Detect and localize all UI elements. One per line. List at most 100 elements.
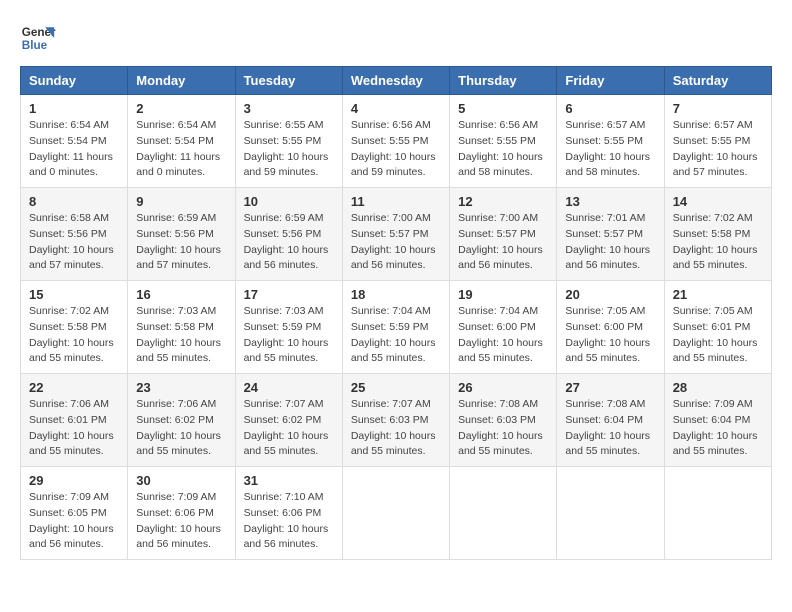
calendar-day-cell: 23 Sunrise: 7:06 AM Sunset: 6:02 PM Dayli… bbox=[128, 374, 235, 467]
day-number: 15 bbox=[29, 287, 119, 302]
day-number: 22 bbox=[29, 380, 119, 395]
calendar-day-cell: 31Sunrise: 7:10 AM Sunset: 6:06 PM Dayli… bbox=[235, 467, 342, 560]
calendar-day-cell: 19 Sunrise: 7:04 AM Sunset: 6:00 PM Dayli… bbox=[450, 281, 557, 374]
logo-icon: General Blue bbox=[20, 20, 56, 56]
calendar-week-row: 8 Sunrise: 6:58 AM Sunset: 5:56 PM Daylig… bbox=[21, 188, 772, 281]
calendar-day-cell bbox=[557, 467, 664, 560]
calendar-day-cell: 30 Sunrise: 7:09 AM Sunset: 6:06 PM Dayli… bbox=[128, 467, 235, 560]
calendar-day-cell: 29 Sunrise: 7:09 AM Sunset: 6:05 PM Dayli… bbox=[21, 467, 128, 560]
day-detail: Sunrise: 6:58 AM Sunset: 5:56 PM Dayligh… bbox=[29, 211, 119, 274]
day-number: 14 bbox=[673, 194, 763, 209]
calendar-day-cell: 3Sunrise: 6:55 AM Sunset: 5:55 PM Daylig… bbox=[235, 95, 342, 188]
day-detail: Sunrise: 6:57 AM Sunset: 5:55 PM Dayligh… bbox=[565, 118, 655, 181]
day-number: 11 bbox=[351, 194, 441, 209]
day-detail: Sunrise: 7:06 AM Sunset: 6:01 PM Dayligh… bbox=[29, 397, 119, 460]
day-detail: Sunrise: 7:00 AM Sunset: 5:57 PM Dayligh… bbox=[458, 211, 548, 274]
day-detail: Sunrise: 7:04 AM Sunset: 6:00 PM Dayligh… bbox=[458, 304, 548, 367]
calendar-day-cell: 20 Sunrise: 7:05 AM Sunset: 6:00 PM Dayli… bbox=[557, 281, 664, 374]
day-number: 23 bbox=[136, 380, 226, 395]
day-detail: Sunrise: 6:56 AM Sunset: 5:55 PM Dayligh… bbox=[351, 118, 441, 181]
day-detail: Sunrise: 7:05 AM Sunset: 6:00 PM Dayligh… bbox=[565, 304, 655, 367]
calendar-header-cell: Friday bbox=[557, 67, 664, 95]
calendar-day-cell: 16 Sunrise: 7:03 AM Sunset: 5:58 PM Dayli… bbox=[128, 281, 235, 374]
calendar-day-cell: 8 Sunrise: 6:58 AM Sunset: 5:56 PM Daylig… bbox=[21, 188, 128, 281]
calendar-header-cell: Wednesday bbox=[342, 67, 449, 95]
day-number: 10 bbox=[244, 194, 334, 209]
day-detail: Sunrise: 7:01 AM Sunset: 5:57 PM Dayligh… bbox=[565, 211, 655, 274]
day-detail: Sunrise: 6:56 AM Sunset: 5:55 PM Dayligh… bbox=[458, 118, 548, 181]
calendar-day-cell: 17Sunrise: 7:03 AM Sunset: 5:59 PM Dayli… bbox=[235, 281, 342, 374]
day-number: 24 bbox=[244, 380, 334, 395]
day-number: 4 bbox=[351, 101, 441, 116]
day-detail: Sunrise: 7:00 AM Sunset: 5:57 PM Dayligh… bbox=[351, 211, 441, 274]
day-number: 5 bbox=[458, 101, 548, 116]
day-detail: Sunrise: 7:09 AM Sunset: 6:06 PM Dayligh… bbox=[136, 490, 226, 553]
calendar-day-cell: 18 Sunrise: 7:04 AM Sunset: 5:59 PM Dayli… bbox=[342, 281, 449, 374]
day-detail: Sunrise: 7:07 AM Sunset: 6:02 PM Dayligh… bbox=[244, 397, 334, 460]
day-number: 7 bbox=[673, 101, 763, 116]
calendar-header-cell: Sunday bbox=[21, 67, 128, 95]
calendar-week-row: 29 Sunrise: 7:09 AM Sunset: 6:05 PM Dayli… bbox=[21, 467, 772, 560]
calendar-day-cell: 28 Sunrise: 7:09 AM Sunset: 6:04 PM Dayli… bbox=[664, 374, 771, 467]
day-number: 3 bbox=[244, 101, 334, 116]
day-number: 18 bbox=[351, 287, 441, 302]
day-number: 29 bbox=[29, 473, 119, 488]
calendar-day-cell: 10 Sunrise: 6:59 AM Sunset: 5:56 PM Dayli… bbox=[235, 188, 342, 281]
day-number: 2 bbox=[136, 101, 226, 116]
day-detail: Sunrise: 7:05 AM Sunset: 6:01 PM Dayligh… bbox=[673, 304, 763, 367]
day-number: 20 bbox=[565, 287, 655, 302]
day-number: 28 bbox=[673, 380, 763, 395]
calendar-day-cell: 14 Sunrise: 7:02 AM Sunset: 5:58 PM Dayli… bbox=[664, 188, 771, 281]
calendar-day-cell: 11 Sunrise: 7:00 AM Sunset: 5:57 PM Dayli… bbox=[342, 188, 449, 281]
day-detail: Sunrise: 6:57 AM Sunset: 5:55 PM Dayligh… bbox=[673, 118, 763, 181]
calendar-day-cell: 9 Sunrise: 6:59 AM Sunset: 5:56 PM Daylig… bbox=[128, 188, 235, 281]
calendar-day-cell bbox=[450, 467, 557, 560]
calendar-day-cell: 2 Sunrise: 6:54 AM Sunset: 5:54 PM Daylig… bbox=[128, 95, 235, 188]
day-detail: Sunrise: 6:59 AM Sunset: 5:56 PM Dayligh… bbox=[244, 211, 334, 274]
day-number: 19 bbox=[458, 287, 548, 302]
day-detail: Sunrise: 7:02 AM Sunset: 5:58 PM Dayligh… bbox=[29, 304, 119, 367]
day-detail: Sunrise: 7:08 AM Sunset: 6:04 PM Dayligh… bbox=[565, 397, 655, 460]
calendar-day-cell bbox=[342, 467, 449, 560]
calendar-day-cell: 15 Sunrise: 7:02 AM Sunset: 5:58 PM Dayli… bbox=[21, 281, 128, 374]
calendar-body: 1 Sunrise: 6:54 AM Sunset: 5:54 PM Daylig… bbox=[21, 95, 772, 560]
day-detail: Sunrise: 6:54 AM Sunset: 5:54 PM Dayligh… bbox=[29, 118, 119, 181]
calendar-day-cell: 1 Sunrise: 6:54 AM Sunset: 5:54 PM Daylig… bbox=[21, 95, 128, 188]
day-number: 30 bbox=[136, 473, 226, 488]
day-detail: Sunrise: 7:04 AM Sunset: 5:59 PM Dayligh… bbox=[351, 304, 441, 367]
calendar-week-row: 22 Sunrise: 7:06 AM Sunset: 6:01 PM Dayli… bbox=[21, 374, 772, 467]
calendar-day-cell: 13 Sunrise: 7:01 AM Sunset: 5:57 PM Dayli… bbox=[557, 188, 664, 281]
day-detail: Sunrise: 7:02 AM Sunset: 5:58 PM Dayligh… bbox=[673, 211, 763, 274]
calendar-day-cell bbox=[664, 467, 771, 560]
calendar-day-cell: 5 Sunrise: 6:56 AM Sunset: 5:55 PM Daylig… bbox=[450, 95, 557, 188]
day-detail: Sunrise: 7:09 AM Sunset: 6:05 PM Dayligh… bbox=[29, 490, 119, 553]
day-number: 16 bbox=[136, 287, 226, 302]
calendar-header-cell: Monday bbox=[128, 67, 235, 95]
day-number: 6 bbox=[565, 101, 655, 116]
svg-text:Blue: Blue bbox=[22, 39, 48, 52]
day-detail: Sunrise: 7:08 AM Sunset: 6:03 PM Dayligh… bbox=[458, 397, 548, 460]
day-number: 17 bbox=[244, 287, 334, 302]
day-number: 26 bbox=[458, 380, 548, 395]
calendar-day-cell: 12 Sunrise: 7:00 AM Sunset: 5:57 PM Dayli… bbox=[450, 188, 557, 281]
day-number: 9 bbox=[136, 194, 226, 209]
calendar-header-cell: Thursday bbox=[450, 67, 557, 95]
day-detail: Sunrise: 6:59 AM Sunset: 5:56 PM Dayligh… bbox=[136, 211, 226, 274]
calendar-day-cell: 27Sunrise: 7:08 AM Sunset: 6:04 PM Dayli… bbox=[557, 374, 664, 467]
calendar-header-row: SundayMondayTuesdayWednesdayThursdayFrid… bbox=[21, 67, 772, 95]
day-detail: Sunrise: 7:09 AM Sunset: 6:04 PM Dayligh… bbox=[673, 397, 763, 460]
day-detail: Sunrise: 7:06 AM Sunset: 6:02 PM Dayligh… bbox=[136, 397, 226, 460]
calendar-week-row: 1 Sunrise: 6:54 AM Sunset: 5:54 PM Daylig… bbox=[21, 95, 772, 188]
calendar-header-cell: Saturday bbox=[664, 67, 771, 95]
day-number: 31 bbox=[244, 473, 334, 488]
day-number: 1 bbox=[29, 101, 119, 116]
day-number: 8 bbox=[29, 194, 119, 209]
day-detail: Sunrise: 6:54 AM Sunset: 5:54 PM Dayligh… bbox=[136, 118, 226, 181]
calendar-day-cell: 24 Sunrise: 7:07 AM Sunset: 6:02 PM Dayli… bbox=[235, 374, 342, 467]
calendar-week-row: 15 Sunrise: 7:02 AM Sunset: 5:58 PM Dayli… bbox=[21, 281, 772, 374]
calendar-day-cell: 4 Sunrise: 6:56 AM Sunset: 5:55 PM Daylig… bbox=[342, 95, 449, 188]
day-detail: Sunrise: 7:07 AM Sunset: 6:03 PM Dayligh… bbox=[351, 397, 441, 460]
day-number: 13 bbox=[565, 194, 655, 209]
day-number: 12 bbox=[458, 194, 548, 209]
day-detail: Sunrise: 7:03 AM Sunset: 5:58 PM Dayligh… bbox=[136, 304, 226, 367]
